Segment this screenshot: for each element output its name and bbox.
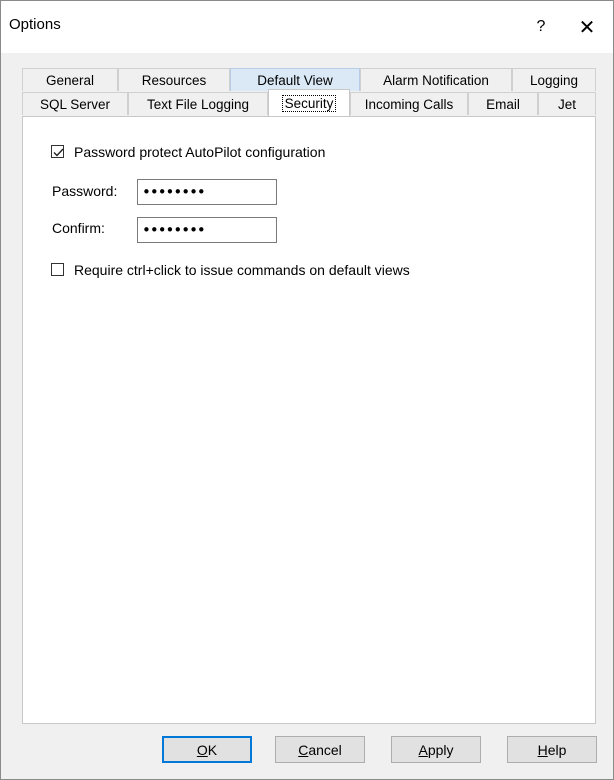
tab-default-view[interactable]: Default View xyxy=(230,68,360,91)
tab-security[interactable]: Security xyxy=(268,89,350,116)
password-protect-checkbox[interactable] xyxy=(51,145,64,158)
close-icon[interactable]: ✕ xyxy=(567,9,607,45)
confirm-field[interactable]: •••••••• xyxy=(137,217,277,243)
ok-button[interactable]: OK xyxy=(162,736,252,763)
help-button[interactable]: Help xyxy=(507,736,597,763)
tab-sql-server[interactable]: SQL Server xyxy=(22,92,128,115)
tab-text-file-logging[interactable]: Text File Logging xyxy=(128,92,268,115)
checkmark-icon xyxy=(53,148,64,157)
tab-incoming-calls[interactable]: Incoming Calls xyxy=(350,92,468,115)
require-ctrl-click-checkbox[interactable] xyxy=(51,263,64,276)
help-icon[interactable]: ? xyxy=(521,9,561,45)
tab-jet[interactable]: Jet xyxy=(538,92,596,115)
cancel-button[interactable]: Cancel xyxy=(275,736,365,763)
tab-general[interactable]: General xyxy=(22,68,118,91)
password-field[interactable]: •••••••• xyxy=(137,179,277,205)
tab-alarm-notification[interactable]: Alarm Notification xyxy=(360,68,512,91)
confirm-label: Confirm: xyxy=(52,220,105,236)
password-label: Password: xyxy=(52,183,118,199)
apply-button[interactable]: Apply xyxy=(391,736,481,763)
tab-logging[interactable]: Logging xyxy=(512,68,596,91)
title-bar: Options ? ✕ xyxy=(1,1,613,53)
require-ctrl-click-label: Require ctrl+click to issue commands on … xyxy=(74,262,410,278)
window-title: Options xyxy=(9,16,61,33)
tab-email[interactable]: Email xyxy=(468,92,538,115)
password-protect-label: Password protect AutoPilot configuration xyxy=(74,144,326,160)
tab-resources[interactable]: Resources xyxy=(118,68,230,91)
tab-row-front: SQL Server Text File Logging Security In… xyxy=(22,89,596,116)
security-tab-panel xyxy=(22,116,596,724)
